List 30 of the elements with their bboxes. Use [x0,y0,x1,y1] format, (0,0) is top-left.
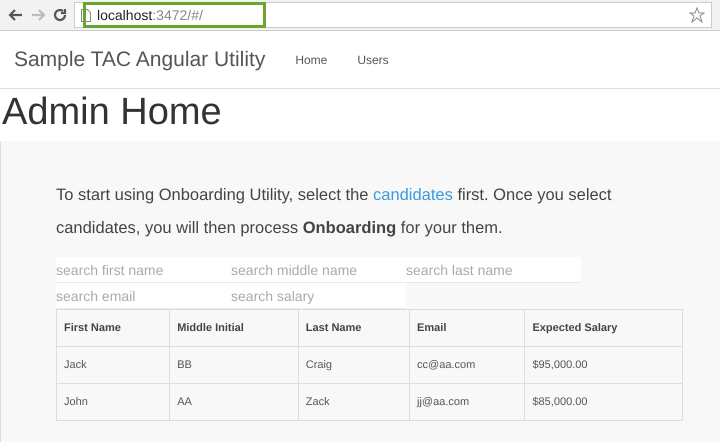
column-header: Expected Salary [524,310,682,346]
table-cell: Jack [56,346,170,384]
column-header: First Name [56,310,170,346]
star-icon[interactable] [689,7,705,23]
nav-link[interactable]: Home [295,52,328,66]
page-title: Admin Home [1,90,223,135]
search-field[interactable]: search last name [406,257,581,283]
column-header: Middle Initial [170,310,298,346]
address-bar[interactable]: localhost:3472/#/ [74,2,712,28]
search-field[interactable]: search middle name [231,257,406,283]
table-cell: cc@aa.com [410,346,525,384]
table-cell: Craig [298,346,410,384]
nav-link[interactable]: Users [357,52,389,66]
table-cell: jj@aa.com [410,384,525,420]
table-cell: Zack [298,384,410,420]
intro-paragraph: To start using Onboarding Utility, select the candidates first. Once you select candidates, you will then process Onboarding for your them. [56,185,612,239]
column-header: Email [410,310,525,346]
back-icon[interactable] [8,7,24,23]
search-field[interactable]: search email [56,283,231,309]
table-cell: John [56,384,170,420]
table-cell: BB [170,346,298,384]
url-text: localhost:3472/#/ [97,7,203,23]
reload-icon[interactable] [52,7,68,23]
search-field[interactable]: search first name [56,257,231,283]
brand-title[interactable]: Sample TAC Angular Utility [14,48,266,72]
table-cell: $95,000.00 [524,346,682,384]
search-field[interactable]: search salary [231,283,406,309]
column-header: Last Name [298,310,410,346]
table-cell: $85,000.00 [524,384,682,420]
table-cell: AA [170,384,298,420]
